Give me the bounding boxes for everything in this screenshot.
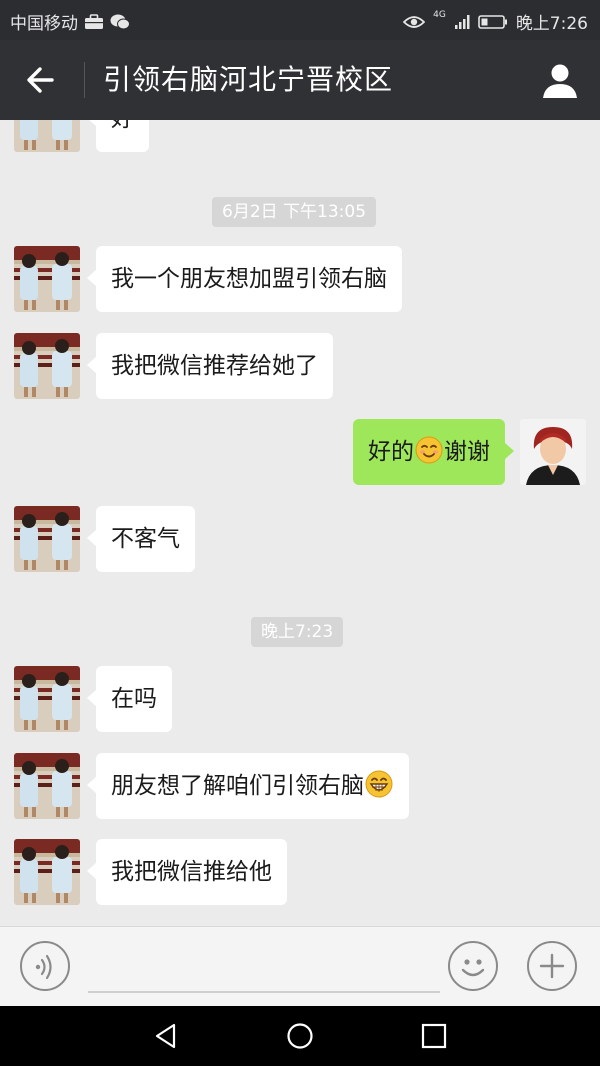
- briefcase-icon: [85, 13, 103, 29]
- contact-avatar[interactable]: [14, 753, 80, 819]
- nav-home-icon[interactable]: [286, 1022, 314, 1050]
- system-nav-bar: [0, 1006, 600, 1066]
- voice-button[interactable]: [20, 941, 70, 991]
- battery-icon: [478, 14, 507, 29]
- contact-avatar[interactable]: [14, 246, 80, 312]
- status-bar: 中国移动 4G 晚上7:26: [0, 0, 600, 40]
- clock: 晚上7:26: [515, 14, 588, 34]
- chat-area[interactable]: 好 6月2日 下午13:05 我一个朋友想加盟引领右脑: [0, 120, 600, 926]
- nav-recents-icon[interactable]: [420, 1022, 448, 1050]
- message-bubble[interactable]: 我把微信推荐给她了: [87, 333, 333, 399]
- voice-icon: [35, 954, 52, 980]
- message-bubble[interactable]: 朋友想了解咱们引领右脑: [87, 753, 409, 819]
- message-bubble[interactable]: 不客气: [87, 506, 195, 572]
- chat-title: 引领右脑河北宁晋校区: [103, 63, 394, 96]
- contact-avatar[interactable]: [14, 506, 80, 572]
- smiley-icon: [461, 959, 485, 977]
- sent-message-bubble[interactable]: 好的 谢谢: [353, 419, 514, 485]
- grinning-emoji-icon: [365, 770, 393, 797]
- carrier-name: 中国移动: [10, 14, 78, 34]
- contact-avatar[interactable]: [14, 666, 80, 732]
- plus-icon: [539, 953, 565, 979]
- message-bubble[interactable]: 我一个朋友想加盟引领右脑: [87, 246, 402, 312]
- signal-icon: [454, 14, 470, 29]
- message-text: 谢谢: [444, 439, 490, 465]
- my-avatar[interactable]: [520, 419, 586, 485]
- network-type: 4G: [433, 10, 446, 20]
- emoji-button[interactable]: [448, 941, 498, 991]
- message-text: 好的: [368, 439, 414, 465]
- smiling-emoji-icon: [415, 436, 443, 463]
- contact-avatar[interactable]: [14, 333, 80, 399]
- contact-avatar[interactable]: [14, 120, 80, 152]
- timestamp: 晚上7:23: [251, 617, 344, 647]
- eye-icon: [403, 15, 426, 28]
- back-arrow-icon[interactable]: [22, 60, 62, 100]
- timestamp: 6月2日 下午13:05: [212, 197, 377, 227]
- contact-avatar[interactable]: [14, 839, 80, 905]
- chat-header: 引领右脑河北宁晋校区: [0, 40, 600, 120]
- message-bubble[interactable]: 我把微信推给他: [87, 839, 287, 905]
- person-icon[interactable]: [540, 60, 580, 100]
- nav-back-icon[interactable]: [152, 1022, 180, 1050]
- wechat-icon: [110, 14, 130, 29]
- message-input[interactable]: [88, 991, 440, 993]
- message-bubble[interactable]: 好: [87, 120, 149, 152]
- message-bubble[interactable]: 在吗: [87, 666, 172, 732]
- message-text: 朋友想了解咱们引领右脑: [111, 773, 364, 799]
- more-button[interactable]: [527, 941, 577, 991]
- input-bar: [0, 926, 600, 1007]
- header-divider: [84, 62, 85, 98]
